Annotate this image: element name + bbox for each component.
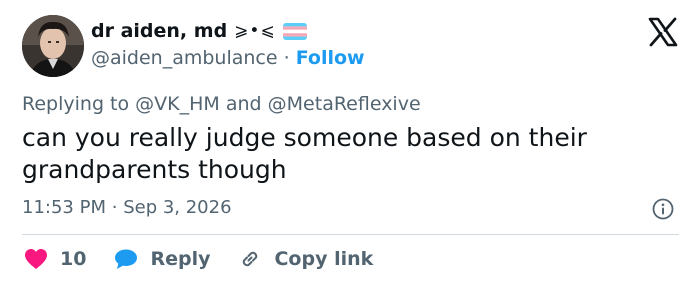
mention-link[interactable]: @MetaReflexive [268,93,421,115]
replying-conjunction: and [225,93,262,115]
timestamp[interactable]: 11:53 PM · Sep 3, 2026 [22,197,232,218]
speech-bubble-icon [115,249,138,269]
info-icon[interactable] [652,198,674,220]
tweet-date: Sep 3, 2026 [123,197,232,218]
avatar-image [22,15,84,77]
copy-link-button[interactable]: Copy link [238,247,373,271]
replying-to-line: Replying to @VK_HM and @MetaReflexive [22,93,421,115]
avatar[interactable] [22,15,84,77]
follow-button[interactable]: Follow [296,47,365,69]
copy-link-label: Copy link [274,248,374,270]
reply-button[interactable]: Reply [114,248,210,270]
x-logo-icon[interactable] [648,17,678,47]
display-name[interactable]: dr aiden, md [91,20,227,42]
action-bar: 10 Reply Copy link [24,247,401,271]
mention-link[interactable]: @VK_HM [135,93,220,115]
heart-icon [25,249,47,269]
author-name-row: dr aiden, md ⩾•⩽ [91,20,307,42]
divider [22,234,679,235]
tweet-card: dr aiden, md ⩾•⩽ @aiden_ambulance · Foll… [0,0,700,287]
author-handle-row: @aiden_ambulance · Follow [91,47,365,69]
tweet-text: can you really judge someone based on th… [22,123,587,184]
link-icon [243,251,258,267]
reply-label: Reply [150,248,211,270]
author-handle[interactable]: @aiden_ambulance [91,47,278,69]
tweet-time: 11:53 PM [22,197,106,218]
like-button[interactable]: 10 [24,248,86,270]
replying-prefix: Replying to [22,93,130,115]
name-emoji: ⩾•⩽ [234,21,276,41]
like-count: 10 [60,248,87,270]
handle-separator: · [283,47,290,69]
timestamp-separator: · [111,197,118,218]
trans-flag-icon [282,22,307,40]
